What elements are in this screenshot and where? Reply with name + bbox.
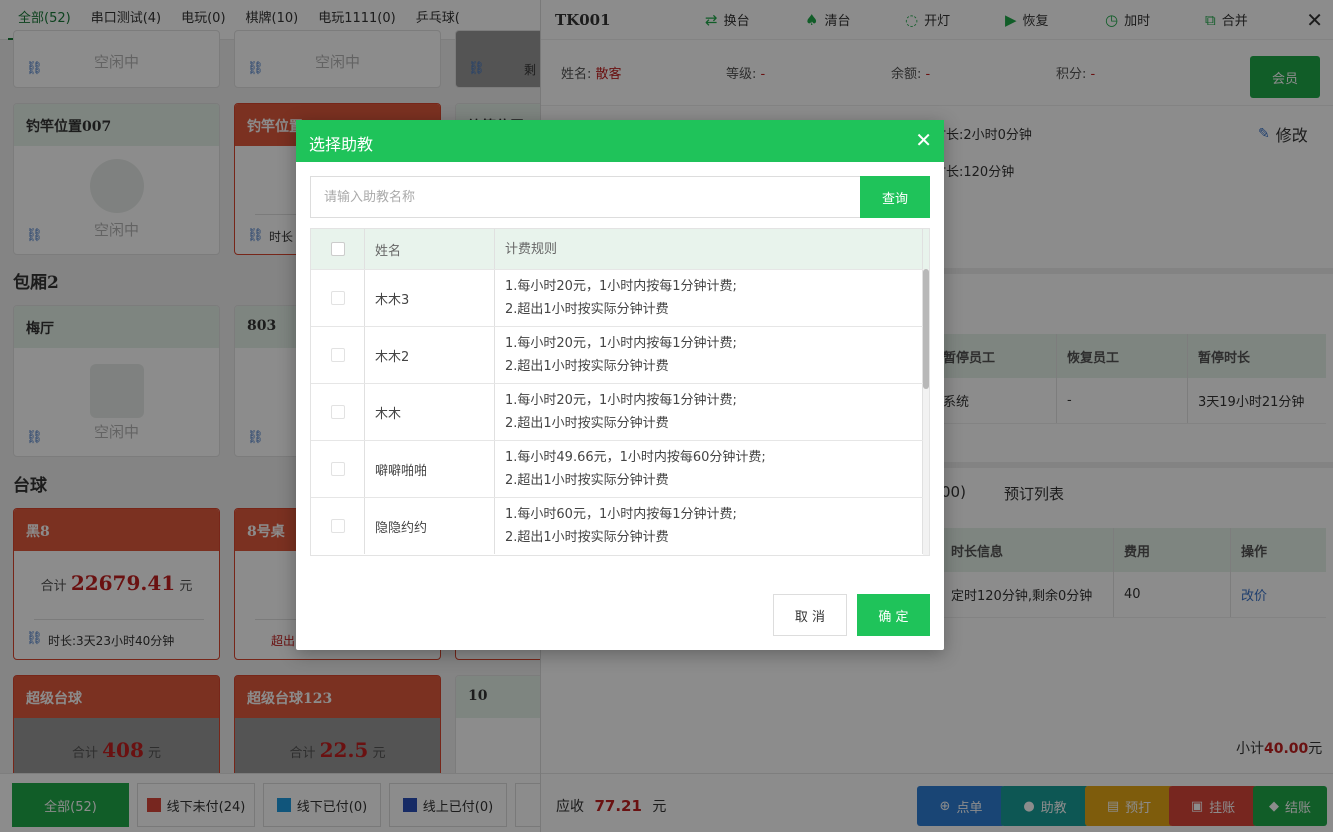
assistant-table: 姓名 计费规则 木木3 1.每小时20元，1小时内按每1分钟计费; 2.超出1小时… <box>310 228 930 556</box>
assistant-name: 噼噼啪啪 <box>365 441 495 497</box>
rule-line: 2.超出1小时按实际分钟计费 <box>505 302 669 317</box>
row-checkbox[interactable] <box>330 519 345 533</box>
billing-rule: 1.每小时49.66元，1小时内按每60分钟计费; 2.超出1小时按实际分钟计费 <box>495 441 923 497</box>
select-assistant-dialog: 选择助教 ✕ 查询 姓名 计费规则 木木3 1.每小时20元，1小时内按每1分钟… <box>296 120 944 650</box>
cancel-button[interactable]: 取 消 <box>773 594 847 636</box>
select-all-checkbox[interactable] <box>330 242 345 256</box>
column-header-name: 姓名 <box>365 229 495 269</box>
table-row[interactable]: 噼噼啪啪 1.每小时49.66元，1小时内按每60分钟计费; 2.超出1小时按实际… <box>311 440 929 497</box>
close-icon[interactable]: ✕ <box>915 128 932 152</box>
rule-line: 1.每小时60元，1小时内按每1分钟计费; <box>505 507 737 522</box>
query-button[interactable]: 查询 <box>860 176 930 218</box>
assistant-name: 木木2 <box>365 327 495 383</box>
checkbox-cell <box>311 384 365 440</box>
table-row[interactable]: 隐隐约约 1.每小时60元，1小时内按每1分钟计费; 2.超出1小时按实际分钟计费 <box>311 497 929 554</box>
assistant-name: 隐隐约约 <box>365 498 495 554</box>
billing-rule: 1.每小时20元，1小时内按每1分钟计费; 2.超出1小时按实际分钟计费 <box>495 270 923 326</box>
rule-line: 1.每小时20元，1小时内按每1分钟计费; <box>505 393 737 408</box>
select-all-cell <box>311 229 365 269</box>
dialog-title: 选择助教 <box>296 120 944 162</box>
rule-line: 2.超出1小时按实际分钟计费 <box>505 530 669 545</box>
rule-line: 2.超出1小时按实际分钟计费 <box>505 473 669 488</box>
row-checkbox[interactable] <box>330 291 345 305</box>
table-row[interactable]: 木木 1.每小时20元，1小时内按每1分钟计费; 2.超出1小时按实际分钟计费 <box>311 383 929 440</box>
checkbox-cell <box>311 327 365 383</box>
confirm-button[interactable]: 确 定 <box>857 594 930 636</box>
billing-rule: 1.每小时20元，1小时内按每1分钟计费; 2.超出1小时按实际分钟计费 <box>495 327 923 383</box>
rule-line: 1.每小时20元，1小时内按每1分钟计费; <box>505 336 737 351</box>
rule-line: 2.超出1小时按实际分钟计费 <box>505 359 669 374</box>
row-checkbox[interactable] <box>330 405 345 419</box>
table-header: 姓名 计费规则 <box>311 229 929 269</box>
scrollbar-thumb[interactable] <box>923 269 929 389</box>
row-checkbox[interactable] <box>330 348 345 362</box>
billing-rule: 1.每小时60元，1小时内按每1分钟计费; 2.超出1小时按实际分钟计费 <box>495 498 923 554</box>
checkbox-cell <box>311 270 365 326</box>
row-checkbox[interactable] <box>330 462 345 476</box>
assistant-name: 木木3 <box>365 270 495 326</box>
checkbox-cell <box>311 498 365 554</box>
checkbox-cell <box>311 441 365 497</box>
rule-line: 1.每小时49.66元，1小时内按每60分钟计费; <box>505 450 766 465</box>
rule-line: 1.每小时20元，1小时内按每1分钟计费; <box>505 279 737 294</box>
billing-rule: 1.每小时20元，1小时内按每1分钟计费; 2.超出1小时按实际分钟计费 <box>495 384 923 440</box>
column-header-rule: 计费规则 <box>495 229 923 269</box>
table-scrollbar[interactable] <box>923 269 929 555</box>
rule-line: 2.超出1小时按实际分钟计费 <box>505 416 669 431</box>
table-row[interactable]: 木木2 1.每小时20元，1小时内按每1分钟计费; 2.超出1小时按实际分钟计费 <box>311 326 929 383</box>
assistant-search-input[interactable] <box>310 176 860 218</box>
table-row[interactable]: 木木3 1.每小时20元，1小时内按每1分钟计费; 2.超出1小时按实际分钟计费 <box>311 269 929 326</box>
assistant-name: 木木 <box>365 384 495 440</box>
